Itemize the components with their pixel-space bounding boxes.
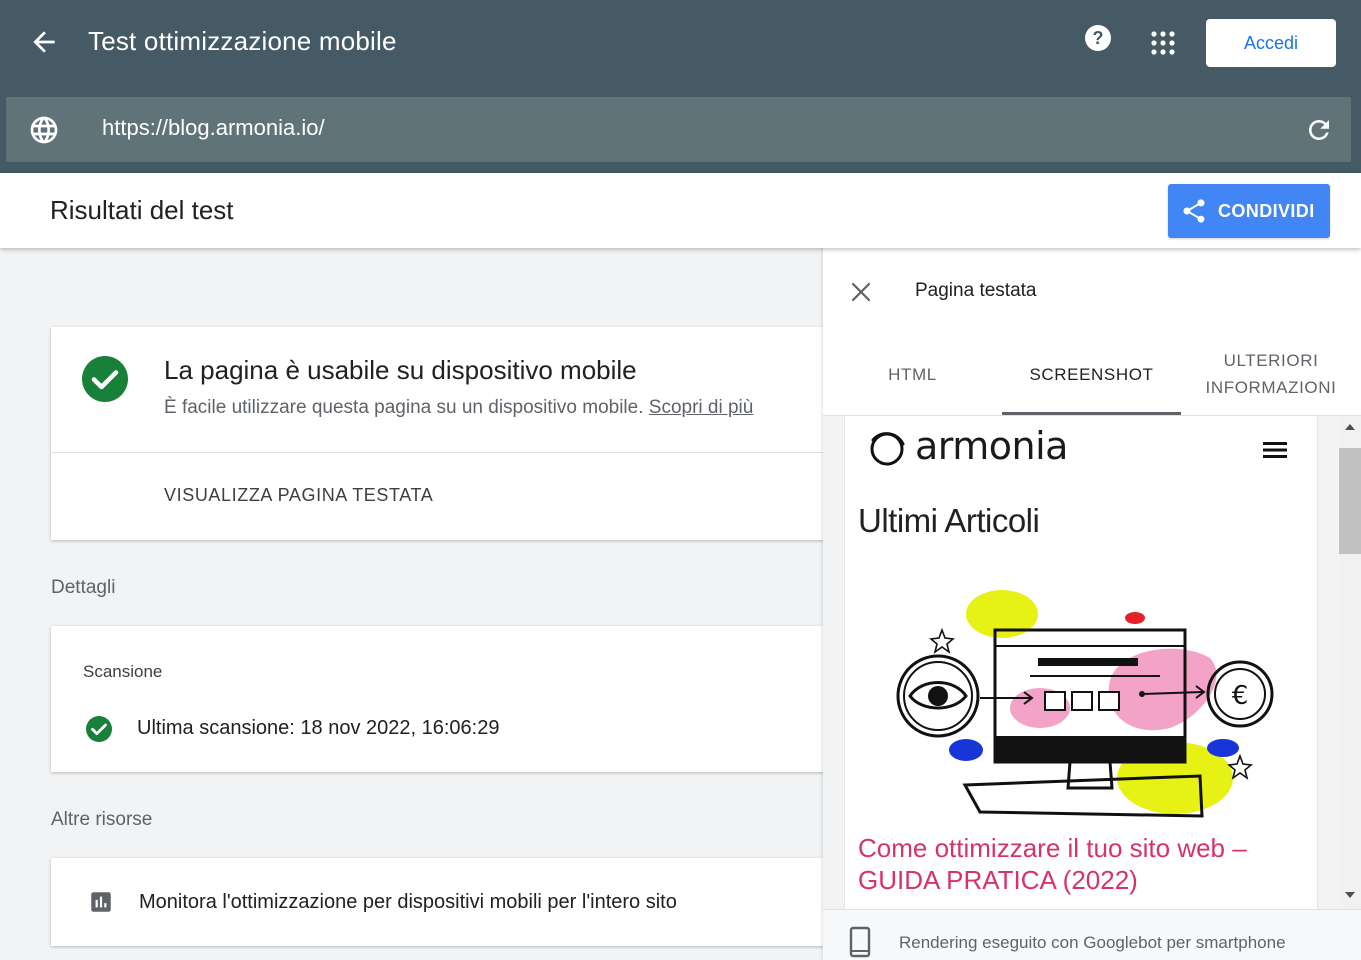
resources-label: Altre risorse: [51, 809, 153, 830]
last-scan-text: Ultima scansione: 18 nov 2022, 16:06:29: [137, 717, 500, 739]
rendering-info: Rendering eseguito con Googlebot per sma…: [899, 933, 1286, 952]
close-icon[interactable]: [849, 280, 873, 304]
scroll-down-arrow-icon[interactable]: [1345, 892, 1355, 898]
armonia-logo-icon: [870, 432, 905, 466]
learn-more-link[interactable]: Scopri di più: [649, 397, 754, 418]
monitor-site-link[interactable]: Monitora l'ottimizzazione per dispositiv…: [51, 858, 841, 946]
tab-more-info[interactable]: ULTERIORI INFORMAZIONI: [1181, 332, 1361, 416]
panel-footer: Rendering eseguito con Googlebot per sma…: [823, 909, 1361, 960]
scrollbar-thumb[interactable]: [1339, 448, 1361, 554]
url-input[interactable]: [102, 115, 1202, 141]
article-title-link[interactable]: Come ottimizzare il tuo sito web – GUIDA…: [858, 832, 1298, 896]
help-circle-icon[interactable]: ?: [1084, 24, 1112, 52]
globe-icon: [30, 116, 58, 144]
menu-icon[interactable]: [1261, 438, 1289, 462]
share-label: CONDIVIDI: [1218, 200, 1315, 221]
url-bar: [6, 97, 1351, 162]
article-hero-illustration: €: [896, 590, 1274, 818]
site-heading: Ultimi Articoli: [858, 502, 1040, 539]
check-circle-icon: [86, 716, 112, 742]
results-title: Risultati del test: [50, 195, 234, 225]
monitor-text: Monitora l'ottimizzazione per dispositiv…: [139, 891, 677, 913]
view-tested-page-button[interactable]: VISUALIZZA PAGINA TESTATA: [164, 485, 433, 506]
result-title: La pagina è usabile su dispositivo mobil…: [164, 355, 637, 385]
reload-icon[interactable]: [1304, 115, 1334, 145]
divider: [51, 452, 841, 453]
article-title-line: Come ottimizzare il tuo sito web –: [858, 833, 1247, 863]
app-header: Test ottimizzazione mobile ? Accedi: [0, 0, 1361, 173]
check-circle-icon: [82, 356, 128, 402]
results-header: Risultati del test CONDIVIDI: [0, 173, 1361, 248]
screenshot-scrollbar[interactable]: [1339, 416, 1361, 909]
result-description: È facile utilizzare questa pagina su un …: [164, 397, 753, 419]
scan-card: Scansione Ultima scansione: 18 nov 2022,…: [51, 626, 841, 772]
app-title: Test ottimizzazione mobile: [88, 26, 397, 56]
brand-name: armonia: [915, 424, 1068, 468]
share-icon: [1183, 199, 1205, 223]
bar-chart-icon: [91, 892, 111, 912]
svg-text:?: ?: [1093, 28, 1104, 48]
page-screenshot: armonia Ultimi Articoli € Come ottimizza…: [844, 416, 1318, 909]
tab-html[interactable]: HTML: [823, 332, 1002, 416]
smartphone-icon: [849, 926, 871, 958]
article-title-line: GUIDA PRATICA (2022): [858, 865, 1138, 895]
share-button[interactable]: CONDIVIDI: [1168, 184, 1330, 238]
result-description-text: È facile utilizzare questa pagina su un …: [164, 397, 644, 418]
screenshot-viewport: armonia Ultimi Articoli € Come ottimizza…: [823, 416, 1361, 909]
tested-page-panel: Pagina testata HTML SCREENSHOT ULTERIORI…: [823, 248, 1361, 960]
details-label: Dettagli: [51, 577, 116, 598]
arrow-back-icon[interactable]: [28, 26, 60, 58]
scroll-up-arrow-icon[interactable]: [1345, 424, 1355, 430]
apps-grid-icon[interactable]: [1150, 30, 1176, 56]
result-summary-card: La pagina è usabile su dispositivo mobil…: [51, 327, 841, 540]
scan-title: Scansione: [83, 662, 163, 681]
svg-text:€: €: [1232, 681, 1249, 711]
signin-button[interactable]: Accedi: [1206, 19, 1336, 67]
tab-screenshot[interactable]: SCREENSHOT: [1002, 332, 1181, 416]
panel-title: Pagina testata: [915, 280, 1037, 301]
